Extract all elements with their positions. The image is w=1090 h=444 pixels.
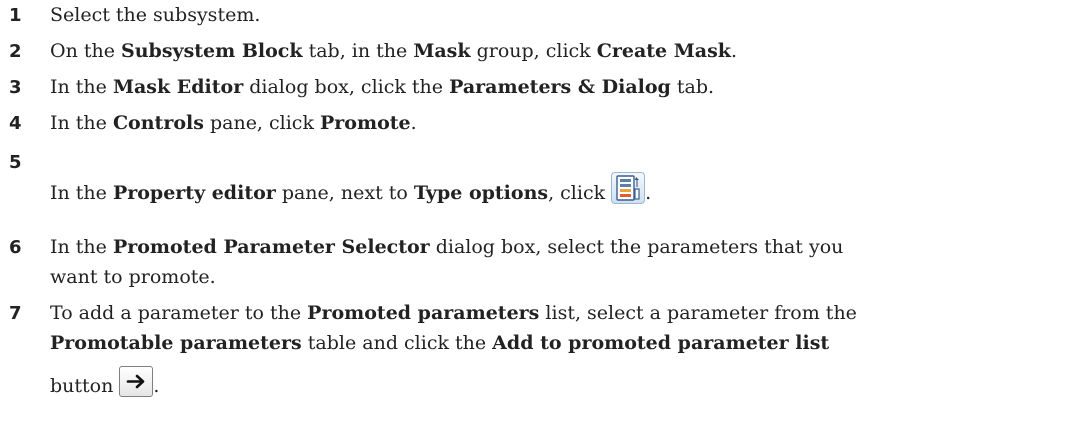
ui-term: Promoted parameters (307, 302, 540, 324)
ui-term: Create Mask (596, 40, 731, 62)
ui-term: Subsystem Block (121, 40, 303, 62)
step-number: 4 (9, 113, 22, 134)
step-text: Select the subsystem. (50, 4, 261, 26)
step-text: To add a parameter to the Promoted param… (50, 298, 1080, 408)
right-arrow-icon-graphic (127, 374, 145, 388)
ui-term: Controls (112, 112, 204, 134)
right-arrow-icon (119, 365, 154, 397)
step-number: 2 (9, 41, 22, 62)
step-text: On the Subsystem Block tab, in the Mask … (50, 40, 737, 62)
step-text: In the Property editor pane, next to Typ… (50, 172, 1080, 210)
type-options-icon-graphic (616, 175, 640, 201)
step-text: In the Mask Editor dialog box, click the… (50, 76, 715, 98)
step-text: In the Promoted Parameter Selector dialo… (50, 236, 844, 288)
type-options-icon (611, 172, 646, 204)
step-number: 1 (9, 5, 22, 26)
ui-term: Property editor (112, 182, 276, 204)
ui-term: Type options (413, 182, 549, 204)
ui-term: Parameters & Dialog (449, 76, 671, 98)
step-number: 6 (9, 237, 22, 258)
ui-term: Promote (320, 112, 411, 134)
step-number: 7 (9, 303, 22, 324)
step-number: 3 (9, 77, 22, 98)
step-text: In the Controls pane, click Promote. (50, 112, 417, 134)
ui-term: Mask (413, 40, 471, 62)
ui-term: Add to promoted parameter list (492, 332, 830, 354)
ui-term: Mask Editor (112, 76, 244, 98)
step-7-last-line: button . (50, 364, 1080, 408)
ui-term: Promotable parameters (50, 332, 302, 354)
step-number: 5 (9, 152, 22, 173)
ui-term: Promoted Parameter Selector (112, 236, 430, 258)
